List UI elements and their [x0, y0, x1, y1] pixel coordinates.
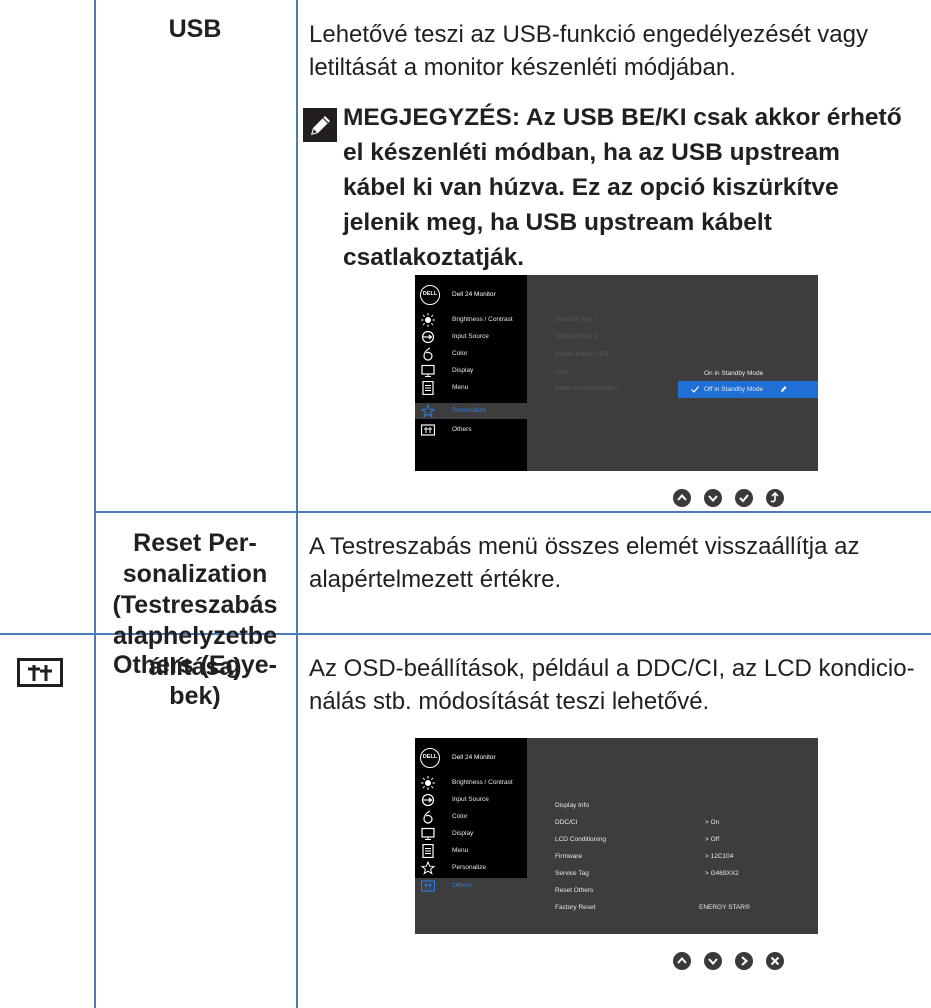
nav-down-button: [704, 489, 722, 507]
osd-title: Dell 24 Monitor: [452, 291, 496, 298]
usb-note: MEGJEGYZÉS: Az USB BE/KI csak akkor érhe…: [343, 104, 902, 271]
osd-menu-input-source: Input Source: [415, 792, 527, 808]
nav-down-button: [704, 952, 722, 970]
usb-description: Lehetővé teszi az USB-funkció engedélyez…: [309, 21, 868, 81]
display-icon: [421, 364, 435, 377]
osd-submenu-item: DDC/CI: [555, 819, 578, 826]
osd-submenu-item: LCD Conditioning: [555, 836, 606, 843]
reset-personalization-description: A Testreszabás menü összes elemét vissza…: [309, 533, 860, 593]
osd-submenu-item: Shortcut Key 2: [555, 333, 598, 340]
menu-icon: [422, 844, 434, 858]
nav-exit-button: [766, 952, 784, 970]
osd-submenu-item: Power Button LED: [555, 351, 609, 358]
osd-submenu-item: Display Info: [555, 802, 589, 809]
setting-others: Others (Egye-bek): [113, 651, 277, 710]
menu-icon: [422, 381, 434, 395]
osd-submenu-item: Firmware: [555, 853, 583, 860]
nav-up-button: [673, 489, 691, 507]
brightness-icon: [421, 776, 435, 790]
display-icon: [421, 827, 435, 840]
osd-menu-input-source: Input Source: [415, 329, 527, 345]
osd-submenu-item: Service Tag: [555, 870, 589, 877]
table-border-middle: [296, 0, 298, 1008]
star-icon: [421, 861, 435, 875]
osd-menu-brightness: Brightness / Contrast: [415, 775, 527, 791]
row-divider: [94, 511, 931, 513]
star-icon: [421, 404, 435, 418]
osd-menu-color: Color: [415, 809, 527, 825]
others-icon: [17, 658, 63, 687]
osd-menu-display: Display: [415, 363, 527, 379]
osd-menu-display: Display: [415, 826, 527, 842]
osd-menu-personalize: Personalize: [415, 403, 527, 419]
osd-menu-personalize: Personalize: [415, 860, 527, 876]
osd-personalize-screenshot: DELL Dell 24 Monitor Brightness / Contra…: [415, 275, 818, 471]
osd-option-off-standby: Off in Standby Mode: [678, 381, 818, 398]
osd-value-ddcci: > On: [705, 819, 720, 826]
osd-menu-brightness: Brightness / Contrast: [415, 312, 527, 328]
osd-menu-others: Others: [415, 422, 527, 438]
osd-submenu-item-usb: USB: [555, 369, 569, 376]
osd-value-energy-star: ENERGY STAR®: [699, 904, 750, 911]
osd-submenu-item: Reset Personalization: [555, 385, 619, 392]
nav-up-button: [673, 952, 691, 970]
osd-menu-menu: Menu: [415, 843, 527, 859]
osd-menu-others: Others: [415, 878, 527, 894]
osd-submenu-item: Reset Others: [555, 887, 594, 894]
color-icon: [423, 347, 433, 361]
osd-menu-menu: Menu: [415, 380, 527, 396]
nav-select-button: [735, 489, 753, 507]
setting-usb: USB: [168, 15, 222, 43]
input-source-icon: [421, 793, 435, 807]
others-description: Az OSD-beállítások, például a DDC/CI, az…: [309, 655, 915, 715]
dell-logo: DELL: [420, 285, 440, 305]
color-icon: [423, 810, 433, 824]
osd-submenu-item: Shortcut Key 1: [555, 316, 598, 323]
others-icon: [421, 424, 435, 436]
osd-value-firmware: > 12C104: [705, 853, 734, 860]
osd-value-service-tag: > G469XX2: [705, 870, 739, 877]
osd-title: Dell 24 Monitor: [452, 754, 496, 761]
osd-others-screenshot: DELL Dell 24 Monitor Brightness / Contra…: [415, 738, 818, 934]
pencil-icon: [781, 386, 787, 392]
input-source-icon: [421, 330, 435, 344]
nav-back-button: [766, 489, 784, 507]
nav-right-button: [735, 952, 753, 970]
check-icon: [691, 386, 699, 393]
brightness-icon: [421, 313, 435, 327]
osd-submenu-item: Factory Reset: [555, 904, 596, 911]
osd-value-lcd-conditioning: > Off: [705, 836, 720, 843]
table-border-left: [94, 0, 96, 1008]
osd-option-on-standby: On in Standby Mode: [704, 370, 764, 377]
others-icon: [421, 880, 435, 892]
dell-logo: DELL: [420, 748, 440, 768]
note-pencil-icon: [303, 108, 337, 142]
osd-menu-color: Color: [415, 346, 527, 362]
